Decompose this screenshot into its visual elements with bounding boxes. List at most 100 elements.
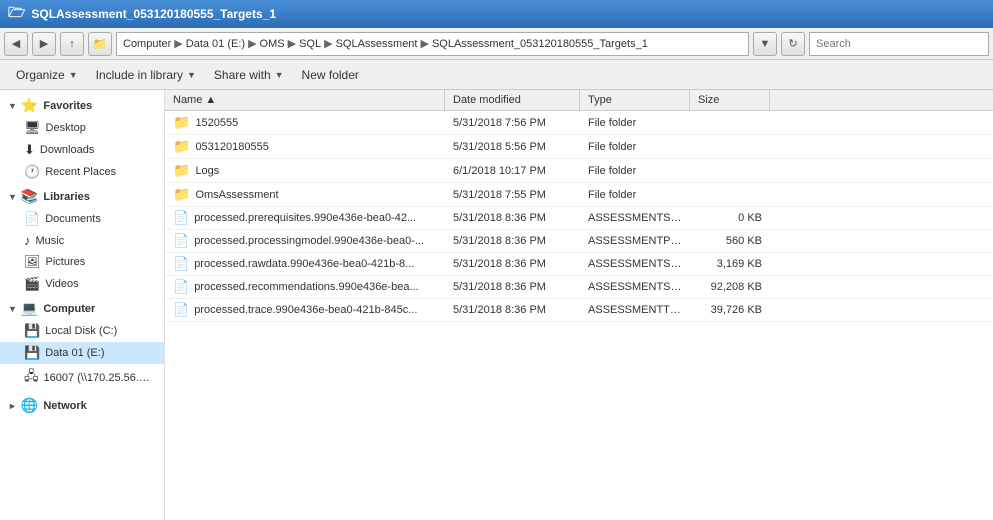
file-type-cell: ASSESSMENTSQLR... — [580, 255, 690, 273]
forward-btn[interactable]: ▶ — [32, 32, 56, 56]
organize-btn[interactable]: Organize ▼ — [8, 62, 86, 88]
up-btn[interactable]: ↑ — [60, 32, 84, 56]
file-date-cell: 5/31/2018 5:56 PM — [445, 138, 580, 156]
file-type-cell: ASSESSMENTTRAC... — [580, 301, 690, 319]
sidebar-item-desktop[interactable]: 🖥 Desktop — [0, 117, 164, 139]
file-size-cell: 0 KB — [690, 209, 770, 227]
col-name-sort-icon: ▲ — [205, 94, 216, 106]
search-box[interactable] — [809, 32, 989, 56]
include-library-arrow-icon: ▼ — [187, 70, 196, 80]
file-icon: 📄 — [173, 233, 189, 249]
include-library-btn[interactable]: Include in library ▼ — [88, 62, 204, 88]
sidebar-computer-header[interactable]: ▼ 💻 Computer — [0, 297, 164, 320]
e-drive-label: Data 01 (E:) — [45, 347, 104, 359]
sidebar-section-libraries: ▼ 📚 Libraries 📄 Documents ♪ Music 🖼 Pict… — [0, 185, 164, 295]
file-type-cell: ASSESSMENTSQLRE... — [580, 209, 690, 227]
address-dropdown-btn[interactable]: ▼ — [753, 32, 777, 56]
downloads-icon: ⬇ — [24, 142, 35, 158]
file-date-cell: 5/31/2018 8:36 PM — [445, 255, 580, 273]
sidebar-section-favorites: ▼ ⭐ Favorites 🖥 Desktop ⬇ Downloads 🕐 Re… — [0, 94, 164, 183]
col-name-label: Name — [173, 94, 202, 106]
network-drive-label: 16007 (\\170.25.56.2... — [44, 372, 154, 384]
file-icon: 📄 — [173, 279, 189, 295]
sidebar-network-header[interactable]: ► 🌐 Network — [0, 394, 164, 417]
documents-label: Documents — [45, 213, 101, 225]
crumb-oms: OMS — [260, 38, 285, 50]
sidebar-item-e-drive[interactable]: 💾 Data 01 (E:) — [0, 342, 164, 364]
share-with-btn[interactable]: Share with ▼ — [206, 62, 292, 88]
share-with-label: Share with — [214, 68, 271, 82]
table-row[interactable]: 📄 processed.trace.990e436e-bea0-421b-845… — [165, 299, 993, 322]
file-name-cell: 📁 Logs — [165, 159, 445, 182]
sidebar-item-documents[interactable]: 📄 Documents — [0, 208, 164, 230]
file-name: processed.trace.990e436e-bea0-421b-845c.… — [194, 304, 417, 316]
network-label: Network — [43, 400, 86, 412]
file-list: Name ▲ Date modified Type Size 📁 1520555… — [165, 90, 993, 520]
col-type-header[interactable]: Type — [580, 90, 690, 110]
table-row[interactable]: 📄 processed.rawdata.990e436e-bea0-421b-8… — [165, 253, 993, 276]
file-size-cell: 560 KB — [690, 232, 770, 250]
recent-places-icon: 🕐 — [24, 164, 40, 180]
file-name-cell: 📁 053120180555 — [165, 135, 445, 158]
address-bar[interactable]: Computer ▶ Data 01 (E:) ▶ OMS ▶ SQL ▶ SQ… — [116, 32, 749, 56]
computer-icon: 💻 — [21, 300, 38, 317]
desktop-label: Desktop — [46, 122, 86, 134]
file-date-cell: 5/31/2018 7:56 PM — [445, 114, 580, 132]
file-name-cell: 📄 processed.processingmodel.990e436e-bea… — [165, 230, 445, 252]
sidebar-item-network-drive[interactable]: 🖧 16007 (\\170.25.56.2... — [0, 364, 164, 392]
file-icon: 📄 — [173, 256, 189, 272]
sidebar: ▼ ⭐ Favorites 🖥 Desktop ⬇ Downloads 🕐 Re… — [0, 90, 165, 520]
folder-icon-btn: 📁 — [88, 32, 112, 56]
col-date-header[interactable]: Date modified — [445, 90, 580, 110]
libraries-expand-icon: ▼ — [8, 192, 17, 202]
file-icon: 📄 — [173, 302, 189, 318]
sidebar-favorites-header[interactable]: ▼ ⭐ Favorites — [0, 94, 164, 117]
sidebar-libraries-header[interactable]: ▼ 📚 Libraries — [0, 185, 164, 208]
file-date-cell: 5/31/2018 7:55 PM — [445, 186, 580, 204]
sidebar-item-videos[interactable]: 🎬 Videos — [0, 273, 164, 295]
action-bar: Organize ▼ Include in library ▼ Share wi… — [0, 60, 993, 90]
search-input[interactable] — [816, 38, 982, 50]
sidebar-item-pictures[interactable]: 🖼 Pictures — [0, 251, 164, 273]
file-date-cell: 5/31/2018 8:36 PM — [445, 301, 580, 319]
sidebar-item-music[interactable]: ♪ Music — [0, 230, 164, 251]
favorites-star-icon: ⭐ — [21, 97, 38, 114]
music-icon: ♪ — [24, 233, 31, 248]
folder-icon: 📁 — [173, 162, 190, 179]
folder-icon: 📁 — [173, 114, 190, 131]
sidebar-item-recent-places[interactable]: 🕐 Recent Places — [0, 161, 164, 183]
table-row[interactable]: 📄 processed.processingmodel.990e436e-bea… — [165, 230, 993, 253]
c-drive-icon: 💾 — [24, 323, 40, 339]
table-row[interactable]: 📁 OmsAssessment 5/31/2018 7:55 PM File f… — [165, 183, 993, 207]
file-name-cell: 📁 OmsAssessment — [165, 183, 445, 206]
c-drive-label: Local Disk (C:) — [45, 325, 117, 337]
table-row[interactable]: 📄 processed.prerequisites.990e436e-bea0-… — [165, 207, 993, 230]
refresh-btn[interactable]: ↻ — [781, 32, 805, 56]
table-row[interactable]: 📁 1520555 5/31/2018 7:56 PM File folder — [165, 111, 993, 135]
table-row[interactable]: 📁 Logs 6/1/2018 10:17 PM File folder — [165, 159, 993, 183]
col-size-label: Size — [698, 94, 719, 106]
table-row[interactable]: 📄 processed.recommendations.990e436e-bea… — [165, 276, 993, 299]
sidebar-item-downloads[interactable]: ⬇ Downloads — [0, 139, 164, 161]
file-name: processed.prerequisites.990e436e-bea0-42… — [194, 212, 416, 224]
file-size-cell: 3,169 KB — [690, 255, 770, 273]
crumb-data01: Data 01 (E:) — [186, 38, 245, 50]
main-content: ▼ ⭐ Favorites 🖥 Desktop ⬇ Downloads 🕐 Re… — [0, 90, 993, 520]
file-name: Logs — [195, 165, 219, 177]
file-rows-container: 📁 1520555 5/31/2018 7:56 PM File folder … — [165, 111, 993, 322]
libraries-icon: 📚 — [21, 188, 38, 205]
crumb-target: SQLAssessment_053120180555_Targets_1 — [432, 38, 648, 50]
col-size-header[interactable]: Size — [690, 90, 770, 110]
documents-icon: 📄 — [24, 211, 40, 227]
col-name-header[interactable]: Name ▲ — [165, 90, 445, 110]
new-folder-label: New folder — [302, 68, 359, 82]
back-btn[interactable]: ◀ — [4, 32, 28, 56]
new-folder-btn[interactable]: New folder — [294, 62, 367, 88]
file-size-cell — [690, 192, 770, 198]
file-size-cell: 92,208 KB — [690, 278, 770, 296]
file-name: processed.rawdata.990e436e-bea0-421b-8..… — [194, 258, 414, 270]
sidebar-item-c-drive[interactable]: 💾 Local Disk (C:) — [0, 320, 164, 342]
sidebar-section-network: ► 🌐 Network — [0, 394, 164, 417]
file-name-cell: 📄 processed.recommendations.990e436e-bea… — [165, 276, 445, 298]
table-row[interactable]: 📁 053120180555 5/31/2018 5:56 PM File fo… — [165, 135, 993, 159]
